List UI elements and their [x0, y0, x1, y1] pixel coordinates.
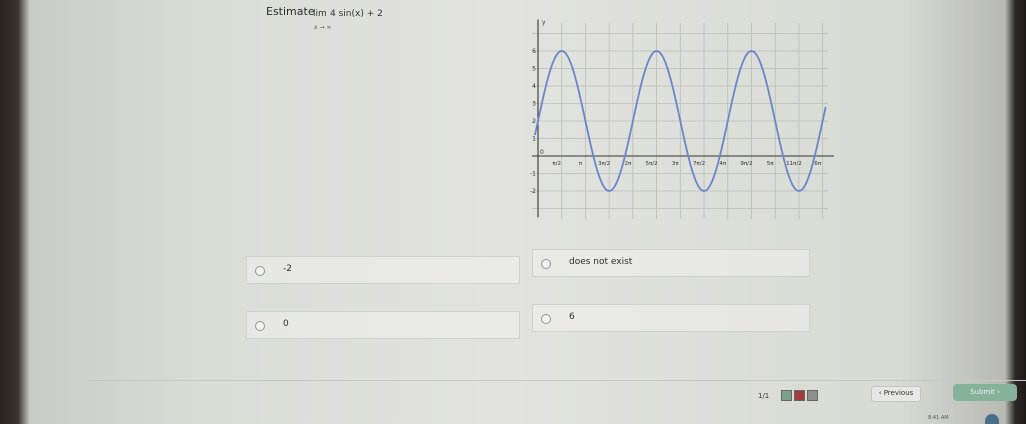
question-screen: Estimate lim x → ∞ 4 sin(x) + 2 y 6 5 4 3 2 1 -… [26, 0, 1026, 423]
option-label: 6 [569, 312, 575, 322]
y-tick-label: 6 [532, 48, 536, 55]
x-tick-label: π/2 [552, 161, 561, 167]
x-tick-label: 11π/2 [786, 161, 802, 167]
option-label: -2 [283, 264, 292, 274]
x-tick-label: 3π/2 [598, 161, 610, 167]
y-axis-label: y [542, 19, 546, 26]
option-label: 0 [283, 319, 289, 329]
answer-option-dne[interactable]: does not exist [532, 249, 810, 277]
question-status-unanswered[interactable] [807, 390, 818, 401]
question-prompt: Estimate [266, 5, 315, 18]
radio-button[interactable] [541, 314, 551, 324]
footer-divider [86, 380, 1026, 381]
radio-button[interactable] [541, 259, 551, 269]
x-tick-label: 5π/2 [646, 161, 658, 167]
y-tick-label: 1 [532, 136, 536, 143]
submit-button[interactable]: Submit › [953, 384, 1017, 401]
y-tick-label: 2 [532, 118, 536, 125]
x-tick-label: 7π/2 [693, 161, 705, 167]
function-graph: y 6 5 4 3 2 1 -1 -2 π/2 π 3π/2 2π 5π/2 3π 7π/2 4π 9π/2 5π 1… [530, 19, 834, 219]
y-tick-label: -2 [530, 188, 536, 195]
taskbar-clock: 8:41 AM [928, 415, 949, 421]
origin-label: 0 [540, 149, 544, 156]
question-status-flagged[interactable] [794, 390, 805, 401]
answer-option-six[interactable]: 6 [532, 304, 810, 332]
limit-function: 4 sin(x) + 2 [330, 9, 383, 19]
limit-word: lim [313, 9, 327, 19]
x-tick-label: 3π [672, 161, 679, 167]
answer-option-zero[interactable]: 0 [246, 311, 520, 339]
y-tick-label: 4 [532, 83, 536, 90]
y-tick-label: 5 [532, 66, 536, 73]
option-label: does not exist [569, 257, 633, 267]
radio-button[interactable] [255, 321, 265, 331]
y-tick-label: -1 [530, 171, 536, 178]
previous-button[interactable]: ‹ Previous [871, 386, 921, 402]
limit-subscript: x → ∞ [314, 24, 332, 31]
x-tick-label: 6π [814, 161, 821, 167]
y-tick-label: 3 [532, 101, 536, 108]
radio-button[interactable] [255, 266, 265, 276]
x-tick-label: 4π [719, 161, 726, 167]
x-tick-label: 9π/2 [740, 161, 752, 167]
x-tick-label: 2π [624, 161, 631, 167]
page-indicator: 1/1 [758, 392, 770, 400]
question-status-answered[interactable] [781, 390, 792, 401]
x-tick-label: 5π [767, 161, 774, 167]
x-tick-label: π [579, 161, 583, 167]
answer-option-neg2[interactable]: -2 [246, 256, 520, 284]
